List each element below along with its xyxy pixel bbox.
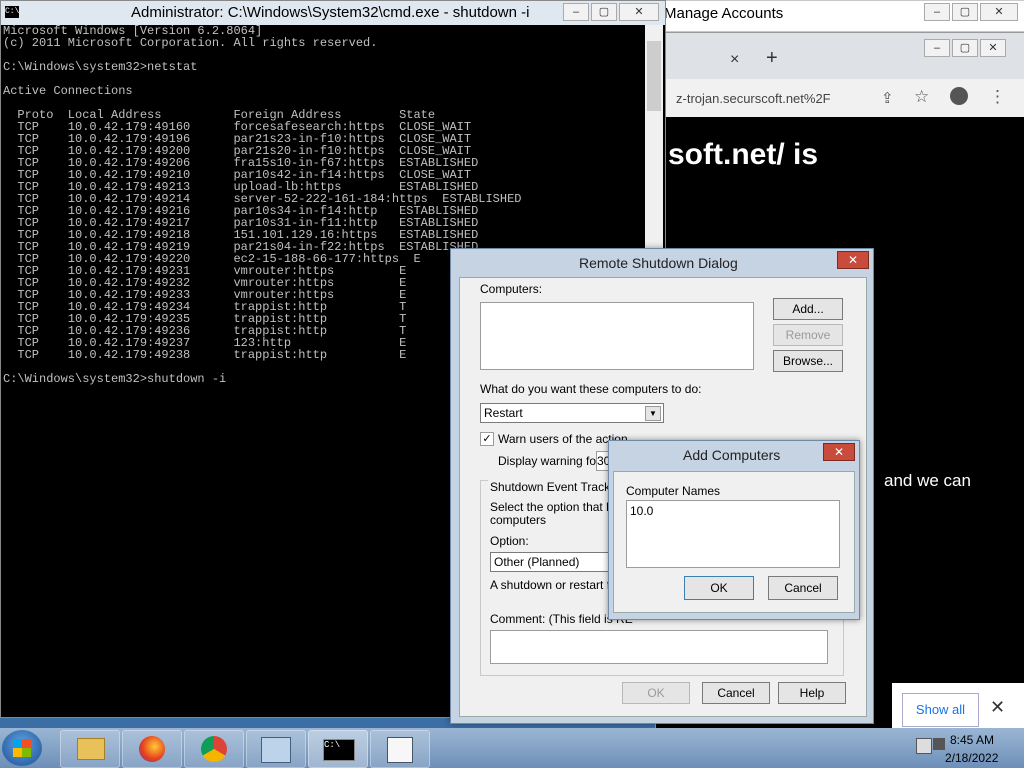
new-tab-button[interactable]: + <box>766 47 778 70</box>
browser-minimize-button[interactable]: – <box>924 39 950 57</box>
page-text: and we can <box>884 471 971 490</box>
cmd-titlebar: C:\ Administrator: C:\Windows\System32\c… <box>1 1 665 25</box>
folder-icon <box>77 738 105 760</box>
menu-icon[interactable]: ⋮ <box>989 87 1006 107</box>
computer-names-label: Computer Names <box>626 484 721 498</box>
option-select-value: Other (Planned) <box>494 555 580 569</box>
maximize-button[interactable]: ▢ <box>952 3 978 21</box>
cmd-icon: C:\ <box>5 6 20 18</box>
cmd-taskbar-button[interactable]: C:\ <box>308 730 368 768</box>
add-computers-title: Add Computers <box>683 447 781 463</box>
taskbar: C:\ <box>0 728 1024 768</box>
chevron-down-icon: ▼ <box>645 406 661 421</box>
close-button[interactable]: ✕ <box>980 3 1018 21</box>
manage-accounts-window: Manage Accounts – ▢ ✕ <box>655 0 1024 32</box>
dialog-title: Remote Shutdown Dialog <box>579 255 738 271</box>
cmd-icon: C:\ <box>323 739 355 761</box>
notepad-taskbar-button[interactable] <box>370 730 430 768</box>
manage-accounts-title: Manage Accounts <box>664 5 784 22</box>
add-button[interactable]: Add... <box>773 298 843 320</box>
control-panel-icon <box>261 737 291 763</box>
add-computers-cancel-button[interactable]: Cancel <box>768 576 838 600</box>
cmd-maximize-button[interactable]: ▢ <box>591 3 617 21</box>
start-button[interactable] <box>2 730 42 766</box>
show-all-button[interactable]: Show all <box>902 693 979 727</box>
help-button[interactable]: Help <box>778 682 846 704</box>
comment-textarea[interactable] <box>490 630 828 664</box>
speaker-icon[interactable] <box>933 738 945 750</box>
cancel-button[interactable]: Cancel <box>702 682 770 704</box>
add-computers-dialog: Add Computers ✕ Computer Names 10.0 OK C… <box>608 440 860 620</box>
explorer-taskbar-button[interactable] <box>60 730 120 768</box>
shutdown-note: A shutdown or restart for <box>490 578 621 592</box>
chrome-icon <box>201 736 227 762</box>
action-select[interactable]: Restart ▼ <box>480 403 664 423</box>
add-computers-body: Computer Names 10.0 OK Cancel <box>613 471 855 613</box>
window-icon <box>387 737 413 763</box>
bookmark-star-icon[interactable]: ☆ <box>914 87 929 107</box>
close-icon[interactable]: ✕ <box>990 697 1005 718</box>
windows-logo-icon <box>13 739 31 757</box>
add-computers-ok-button[interactable]: OK <box>684 576 754 600</box>
address-bar[interactable]: z-trojan.securscoft.net%2F <box>676 91 831 106</box>
browse-button[interactable]: Browse... <box>773 350 843 372</box>
action-select-value: Restart <box>484 406 523 420</box>
cmd-scroll-thumb[interactable] <box>647 41 661 111</box>
share-icon[interactable]: ⇪ <box>881 89 894 107</box>
profile-icon[interactable] <box>950 87 968 105</box>
warn-checkbox[interactable]: ✓ <box>480 432 494 446</box>
page-heading: soft.net/ is <box>668 138 819 171</box>
action-label: What do you want these computers to do: <box>480 382 702 396</box>
computer-names-input[interactable]: 10.0 <box>626 500 840 568</box>
chrome-taskbar-button[interactable] <box>184 730 244 768</box>
clock-time[interactable]: 8:45 AM <box>950 733 994 747</box>
option-select[interactable]: Other (Planned) <box>490 552 612 572</box>
option-label: Option: <box>490 534 529 548</box>
tracker-description: Select the option that bes <box>490 500 626 514</box>
minimize-button[interactable]: – <box>924 3 950 21</box>
cmd-close-button[interactable]: ✕ <box>619 3 659 21</box>
browser-toolbar: – ▢ ✕ × + z-trojan.securscoft.net%2F ⇪ ☆… <box>656 33 1024 117</box>
display-warning-label: Display warning for <box>498 454 601 468</box>
browser-close-button[interactable]: ✕ <box>980 39 1006 57</box>
firefox-icon <box>139 736 165 762</box>
tab-close-icon[interactable]: × <box>730 51 739 69</box>
tracker-group-label: Shutdown Event Tracker <box>488 480 623 494</box>
remove-button[interactable]: Remove <box>773 324 843 346</box>
computers-label: Computers: <box>480 282 543 296</box>
browser-tabbar: – ▢ ✕ × + <box>656 33 1024 79</box>
tracker-description-2: computers <box>490 513 547 527</box>
action-center-flag-icon[interactable] <box>916 738 932 754</box>
ok-button[interactable]: OK <box>622 682 690 704</box>
computer-names-value: 10.0 <box>630 504 654 518</box>
browser-maximize-button[interactable]: ▢ <box>952 39 978 57</box>
cmd-minimize-button[interactable]: – <box>563 3 589 21</box>
add-computers-close-button[interactable]: ✕ <box>823 443 855 461</box>
computers-list[interactable] <box>480 302 754 370</box>
firefox-taskbar-button[interactable] <box>122 730 182 768</box>
dialog-close-button[interactable]: ✕ <box>837 251 869 269</box>
cmd-title: Administrator: C:\Windows\System32\cmd.e… <box>131 4 530 21</box>
clock-date[interactable]: 2/18/2022 <box>945 751 998 765</box>
control-panel-taskbar-button[interactable] <box>246 730 306 768</box>
